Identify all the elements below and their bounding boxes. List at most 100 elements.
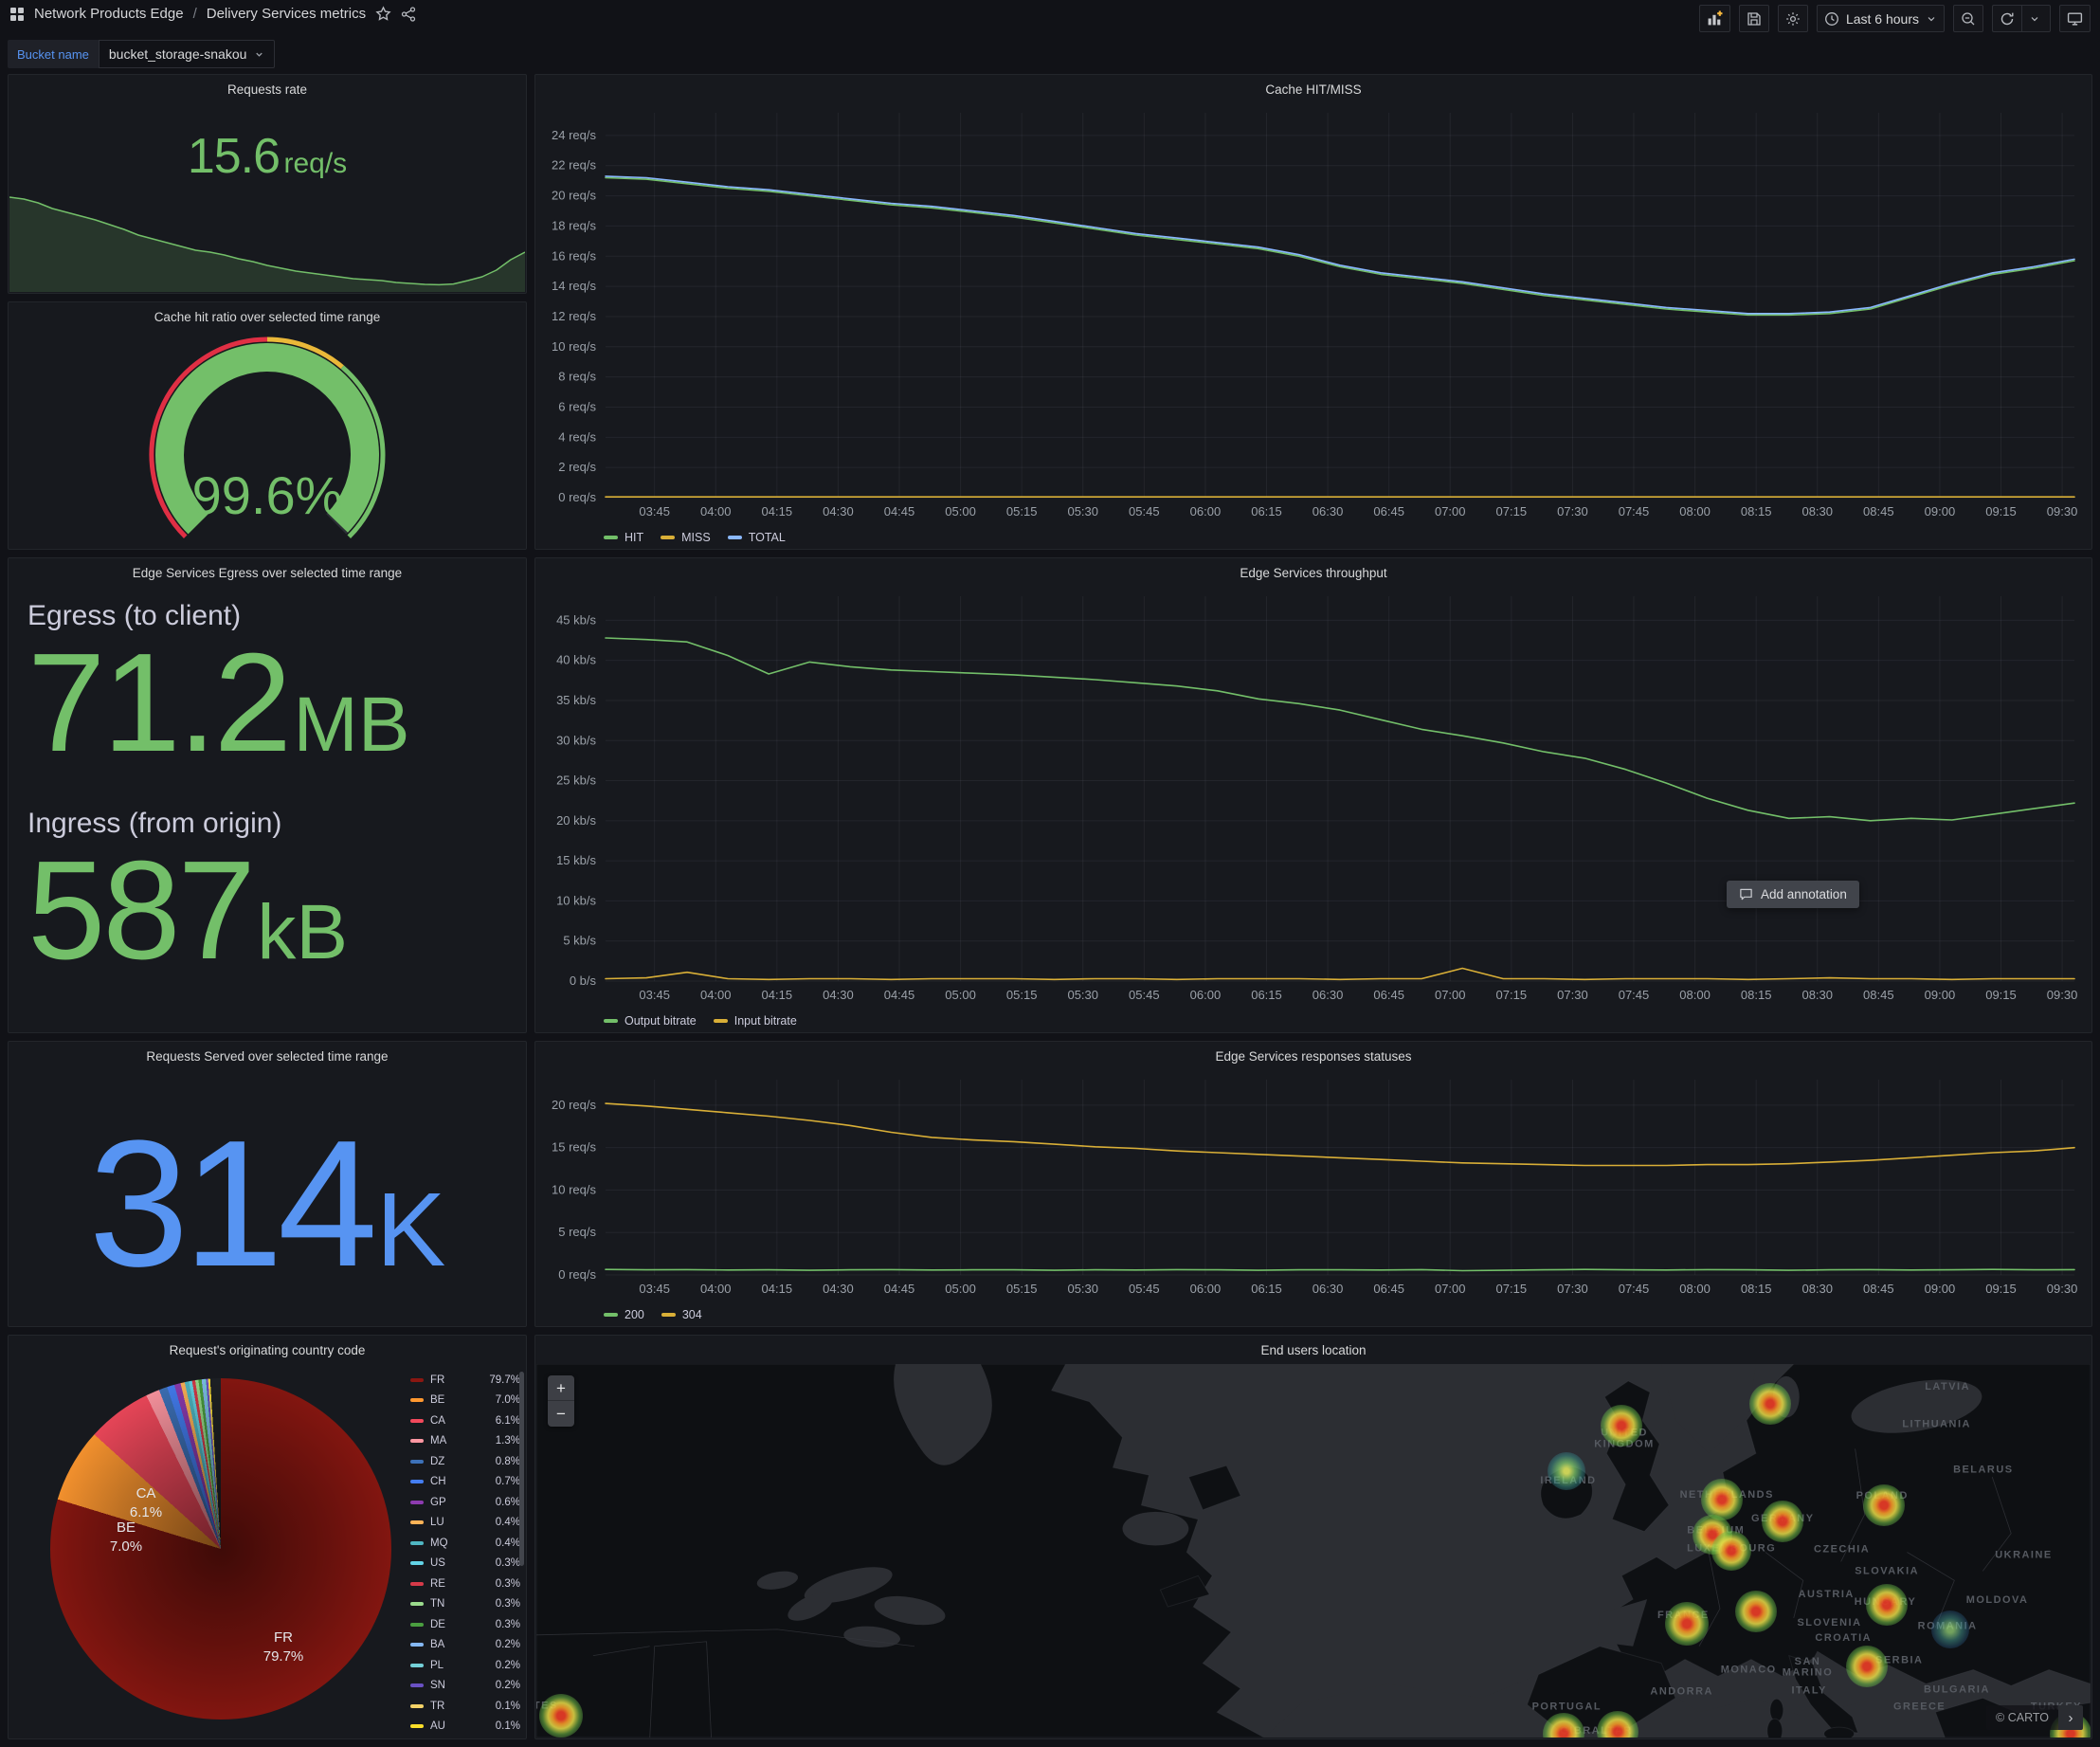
pie-legend-item[interactable]: FR79.7% [410, 1370, 520, 1391]
requests-rate-sparkline[interactable] [9, 102, 525, 292]
save-dashboard-button[interactable] [1739, 5, 1769, 32]
map-attribution-toggle[interactable]: › [2058, 1705, 2083, 1730]
time-range-picker[interactable]: Last 6 hours [1817, 5, 1945, 32]
star-icon[interactable] [375, 6, 391, 22]
dashboard-settings-button[interactable] [1778, 5, 1808, 32]
svg-text:09:30: 09:30 [2047, 504, 2078, 519]
refresh-button[interactable] [1992, 5, 2021, 32]
legend-item[interactable]: Input bitrate [714, 1014, 797, 1028]
breadcrumb-folder[interactable]: Network Products Edge [34, 6, 184, 22]
pie-legend-item[interactable]: RE0.3% [410, 1574, 520, 1594]
refresh-interval-dropdown[interactable] [2021, 5, 2051, 32]
pie-legend-item[interactable]: LU0.4% [410, 1513, 520, 1534]
pie-legend-item[interactable]: BA0.2% [410, 1635, 520, 1656]
svg-text:07:15: 07:15 [1496, 988, 1528, 1002]
pie-legend-item[interactable]: DZ0.8% [410, 1451, 520, 1472]
pie-legend-item[interactable]: GP0.6% [410, 1492, 520, 1513]
add-annotation-tooltip[interactable]: Add annotation [1727, 881, 1859, 908]
tv-mode-button[interactable] [2059, 5, 2091, 32]
country-pie-chart[interactable]: FR79.7%BE7.0%CA6.1% [50, 1378, 391, 1720]
zoom-out-time-button[interactable] [1953, 5, 1983, 32]
pie-legend-item[interactable]: AU0.1% [410, 1717, 520, 1738]
legend-item[interactable]: MISS [661, 531, 711, 544]
panel-title[interactable]: Request's originating country code [9, 1336, 526, 1364]
breadcrumb-separator: / [193, 6, 197, 22]
legend-scrollbar[interactable] [519, 1372, 524, 1566]
legend-item[interactable]: 200 [604, 1308, 644, 1321]
svg-text:06:15: 06:15 [1251, 988, 1282, 1002]
throughput-chart[interactable]: 03:4504:0004:1504:3004:4505:0005:1505:30… [543, 587, 2084, 1006]
svg-text:08:00: 08:00 [1679, 988, 1711, 1002]
legend-swatch [410, 1704, 424, 1708]
share-icon[interactable] [401, 7, 416, 22]
svg-text:20 req/s: 20 req/s [552, 189, 596, 203]
map-zoom-out-button[interactable]: − [548, 1401, 574, 1427]
pie-legend-item[interactable]: PL0.2% [410, 1655, 520, 1676]
egress-unit: MB [294, 682, 410, 768]
svg-text:07:00: 07:00 [1435, 988, 1466, 1002]
svg-text:08:45: 08:45 [1863, 1282, 1894, 1296]
pie-legend-item[interactable]: MA1.3% [410, 1431, 520, 1452]
svg-text:24 req/s: 24 req/s [552, 128, 596, 142]
panel-title[interactable]: Edge Services Egress over selected time … [9, 558, 526, 587]
statuses-chart[interactable]: 03:4504:0004:1504:3004:4505:0005:1505:30… [543, 1070, 2084, 1300]
legend-item[interactable]: Output bitrate [604, 1014, 697, 1028]
pie-legend-item[interactable]: DE0.3% [410, 1614, 520, 1635]
legend-item[interactable]: TOTAL [728, 531, 786, 544]
panel-title[interactable]: Cache hit ratio over selected time range [9, 302, 526, 331]
panel-title[interactable]: Edge Services throughput [535, 558, 2091, 587]
svg-text:09:00: 09:00 [1925, 1282, 1956, 1296]
pie-legend-item[interactable]: TN0.3% [410, 1594, 520, 1615]
svg-text:07:30: 07:30 [1557, 988, 1588, 1002]
pie-legend-item[interactable]: CH0.7% [410, 1472, 520, 1493]
pie-legend-item[interactable]: SN0.2% [410, 1676, 520, 1697]
panel-end-users-map: End users location [534, 1335, 2092, 1739]
svg-text:12 req/s: 12 req/s [552, 309, 596, 323]
pie-legend-item[interactable]: BE7.0% [410, 1391, 520, 1411]
pie-legend-item[interactable]: MQ0.4% [410, 1533, 520, 1554]
heatmap-point [1863, 1484, 1905, 1526]
legend-swatch [410, 1501, 424, 1504]
panel-title[interactable]: Requests rate [9, 75, 526, 103]
svg-text:08:15: 08:15 [1741, 1282, 1772, 1296]
legend-item[interactable]: HIT [604, 531, 643, 544]
svg-text:09:15: 09:15 [1985, 504, 2017, 519]
geomap-canvas[interactable]: TESUNITEDKINGDOMIRELANDLATVIALITHUANIABE… [536, 1364, 2091, 1738]
bucket-name-label: Bucket name [8, 40, 99, 68]
svg-text:08:30: 08:30 [1801, 1282, 1833, 1296]
pie-legend-item[interactable]: US0.3% [410, 1554, 520, 1574]
svg-text:06:00: 06:00 [1190, 504, 1222, 519]
svg-text:06:15: 06:15 [1251, 1282, 1282, 1296]
svg-text:05:30: 05:30 [1067, 988, 1098, 1002]
breadcrumb-dashboard-title[interactable]: Delivery Services metrics [207, 6, 366, 22]
cache-hit-miss-chart[interactable]: 03:4504:0004:1504:3004:4505:0005:1505:30… [543, 103, 2084, 522]
svg-text:20 kb/s: 20 kb/s [556, 813, 596, 828]
heatmap-point [1931, 1611, 1969, 1648]
svg-text:0 b/s: 0 b/s [570, 974, 597, 988]
legend-item[interactable]: 304 [661, 1308, 702, 1321]
pie-legend-item[interactable]: CA6.1% [410, 1410, 520, 1431]
svg-text:03:45: 03:45 [639, 1282, 670, 1296]
map-attribution[interactable]: © CARTO [1986, 1705, 2058, 1730]
apps-grid-icon[interactable] [9, 7, 25, 22]
panel-title[interactable]: Cache HIT/MISS [535, 75, 2091, 103]
svg-text:04:30: 04:30 [823, 988, 854, 1002]
comment-bubble-icon [1739, 887, 1753, 901]
chevron-down-icon [2029, 13, 2040, 25]
add-panel-button[interactable] [1699, 5, 1730, 32]
panel-requests-served: Requests Served over selected time range… [8, 1041, 527, 1327]
bucket-name-dropdown[interactable]: bucket_storage-snakou [99, 40, 276, 68]
pie-slice-label: FR79.7% [263, 1629, 304, 1667]
panel-title[interactable]: Edge Services responses statuses [535, 1042, 2091, 1070]
svg-text:40 kb/s: 40 kb/s [556, 653, 596, 667]
map-zoom-in-button[interactable]: + [548, 1375, 574, 1401]
svg-text:05:15: 05:15 [1006, 1282, 1038, 1296]
pie-legend-item[interactable]: TR0.1% [410, 1696, 520, 1717]
grafana-dashboard: Network Products Edge / Delivery Service… [0, 0, 2100, 1747]
statuses-legend: 200 304 [604, 1308, 702, 1321]
heatmap-point [1762, 1501, 1803, 1542]
panel-title[interactable]: Requests Served over selected time range [9, 1042, 526, 1070]
svg-text:04:00: 04:00 [700, 1282, 732, 1296]
panel-title[interactable]: End users location [535, 1336, 2091, 1364]
panel-requests-rate: Requests rate 15.6 req/s [8, 74, 527, 294]
